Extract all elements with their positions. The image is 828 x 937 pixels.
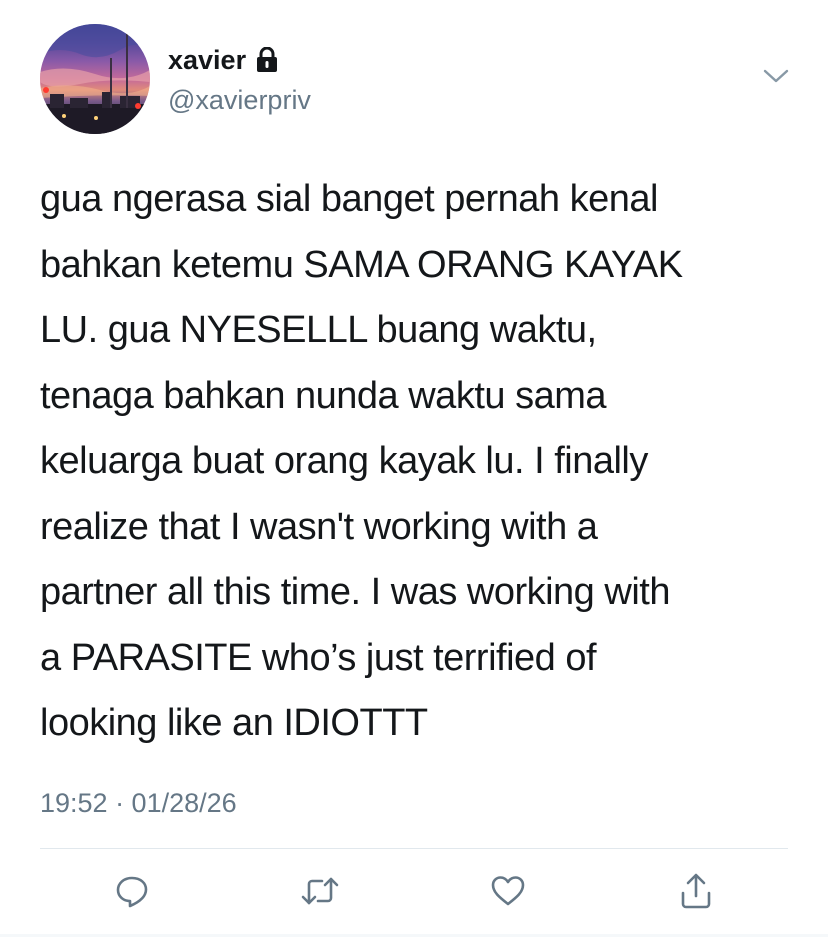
chevron-down-icon[interactable] xyxy=(762,66,790,86)
tweet-text-line: bahkan ketemu SAMA ORANG KAYAK xyxy=(40,243,683,286)
retweet-button[interactable] xyxy=(295,868,345,918)
tweet-text-line: partner all this time. I was working wit… xyxy=(40,571,670,613)
tweet-text: gua ngerasa sial banget pernah kenal bah… xyxy=(40,167,800,757)
tweet-text-line: a PARASITE who’s just terrified of xyxy=(40,636,597,679)
tweet-text-line: keluarga buat orang kayak lu. I finally xyxy=(40,440,648,482)
display-name[interactable]: xavier xyxy=(168,44,278,76)
tweet-text-line: LU. gua NYESELLL buang waktu, xyxy=(40,309,597,351)
tweet-card: xavier @xavierpriv gua ngerasa sial bang… xyxy=(0,0,828,937)
lock-icon xyxy=(256,46,278,73)
tweet-text-line: gua ngerasa sial banget pernah kenal xyxy=(40,178,658,220)
share-icon xyxy=(678,872,714,915)
tweet-text-line: tenaga bahkan nunda waktu sama xyxy=(40,374,606,417)
like-button[interactable] xyxy=(483,868,533,918)
avatar[interactable] xyxy=(40,24,150,134)
tweet-actions xyxy=(0,868,828,918)
display-name-text: xavier xyxy=(168,45,247,75)
heart-icon xyxy=(489,873,527,914)
reply-button[interactable] xyxy=(107,868,157,918)
share-button[interactable] xyxy=(671,868,721,918)
avatar-image xyxy=(40,24,150,134)
user-handle[interactable]: @xavierpriv xyxy=(168,84,311,116)
divider xyxy=(40,848,788,849)
tweet-text-line: realize that I wasn't working with a xyxy=(40,505,598,548)
tweet-timestamp[interactable]: 19:52 · 01/28/26 xyxy=(40,786,237,820)
retweet-icon xyxy=(300,873,340,914)
speech-bubble-icon xyxy=(114,873,150,914)
tweet-text-line: looking like an IDIOTTT xyxy=(40,702,428,744)
